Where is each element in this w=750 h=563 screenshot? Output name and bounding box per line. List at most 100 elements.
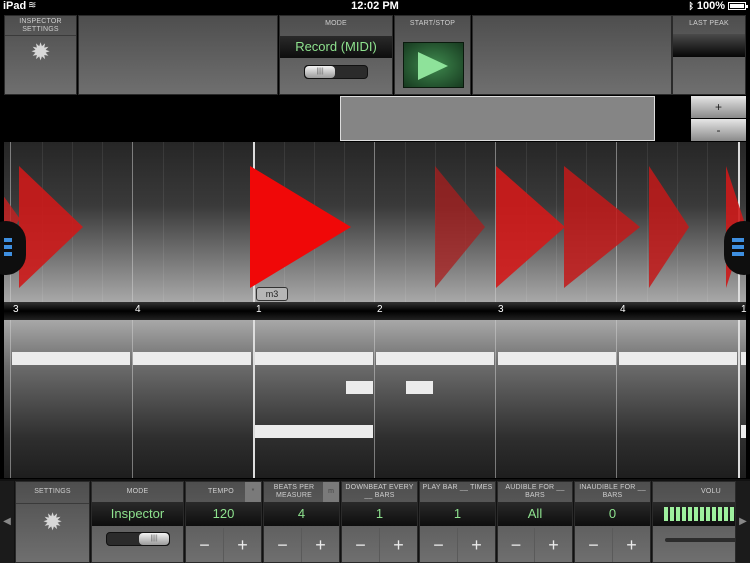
meter-segment xyxy=(694,507,698,521)
meter-segment xyxy=(676,507,680,521)
meter-button[interactable]: m xyxy=(323,482,339,502)
meter-segment xyxy=(724,507,728,521)
bottom-mode-display: Inspector xyxy=(92,502,183,526)
beats-per-measure-value: 4 xyxy=(264,502,339,526)
meter-segment xyxy=(712,507,716,521)
audible-decrement[interactable]: − xyxy=(498,528,535,562)
note-block[interactable] xyxy=(12,352,130,365)
mode-panel: MODE Record (MIDI) |||| xyxy=(279,15,393,95)
beat-marker xyxy=(564,166,640,288)
meter-segment xyxy=(706,507,710,521)
gear-icon[interactable]: ✹ xyxy=(5,38,76,67)
play-bar-increment[interactable]: + xyxy=(458,528,495,562)
ruler-number: 3 xyxy=(498,304,504,315)
last-peak-panel: LAST PEAK xyxy=(672,15,746,95)
inaudible-panel: INAUDIBLE FOR __ BARS 0 − + xyxy=(574,481,651,563)
start-stop-panel: START/STOP xyxy=(394,15,471,95)
note-block[interactable] xyxy=(741,352,746,365)
mode-toggle[interactable]: |||| xyxy=(304,65,368,79)
volume-label: VOLU xyxy=(701,488,721,495)
note-block[interactable] xyxy=(498,352,616,365)
note-block[interactable] xyxy=(741,425,746,438)
settings-panel[interactable]: SETTINGS ✹ xyxy=(15,481,90,563)
inspector-settings-panel[interactable]: INSPECTOR SETTINGS ✹ xyxy=(4,15,77,95)
gear-icon[interactable]: ✹ xyxy=(16,508,89,537)
battery-icon xyxy=(728,2,748,10)
audible-value: All xyxy=(498,502,572,526)
bottom-mode-panel: MODE Inspector |||| xyxy=(91,481,184,563)
play-icon xyxy=(418,52,448,80)
note-block[interactable] xyxy=(376,352,494,365)
meter-segment xyxy=(682,507,686,521)
scroll-right-button[interactable]: ▶ xyxy=(736,481,750,563)
note-block[interactable] xyxy=(619,352,737,365)
play-bar-decrement[interactable]: − xyxy=(420,528,458,562)
ruler-number: 3 xyxy=(13,304,19,315)
beat-marker xyxy=(19,166,83,288)
inaudible-value: 0 xyxy=(575,502,650,526)
ruler-number: 4 xyxy=(620,304,626,315)
clock: 12:02 PM xyxy=(351,0,399,12)
note-block[interactable] xyxy=(255,425,373,438)
audible-increment[interactable]: + xyxy=(535,528,572,562)
tap-tempo-button[interactable]: * xyxy=(245,482,261,502)
downbeat-value: 1 xyxy=(342,502,417,526)
beat-marker xyxy=(649,166,689,288)
start-stop-label: START/STOP xyxy=(409,20,456,27)
beat-marker xyxy=(496,166,565,288)
meter-segment xyxy=(730,507,734,521)
bluetooth-icon: ᛒ xyxy=(688,1,694,11)
audible-label: AUDIBLE FOR __ BARS xyxy=(505,484,565,499)
downbeat-decrement[interactable]: − xyxy=(342,528,380,562)
beats-decrement[interactable]: − xyxy=(264,528,302,562)
beat-marker xyxy=(435,166,485,288)
bar-ruler xyxy=(4,302,746,320)
volume-slider[interactable] xyxy=(665,538,735,542)
note-block[interactable] xyxy=(255,352,373,365)
audible-panel: AUDIBLE FOR __ BARS All − + xyxy=(497,481,573,563)
tempo-value: 120 xyxy=(186,502,261,526)
tempo-increment[interactable]: + xyxy=(224,528,261,562)
inaudible-decrement[interactable]: − xyxy=(575,528,613,562)
battery-percent: 100% xyxy=(696,0,725,12)
tempo-panel: TEMPO * 120 − + xyxy=(185,481,262,563)
note-block[interactable] xyxy=(133,352,251,365)
beats-increment[interactable]: + xyxy=(302,528,339,562)
ruler-number: 4 xyxy=(135,304,141,315)
beat-marker-active xyxy=(250,166,351,288)
downbeat-panel: DOWNBEAT EVERY __ BARS 1 − + xyxy=(341,481,418,563)
meter-segment xyxy=(688,507,692,521)
inspector-settings-label: INSPECTOR SETTINGS xyxy=(19,18,62,33)
toggle-knob[interactable]: |||| xyxy=(305,66,335,78)
empty-panel-1 xyxy=(78,15,278,95)
note-block[interactable] xyxy=(346,381,373,394)
inspector-toggle[interactable]: |||| xyxy=(106,532,170,546)
inaudible-increment[interactable]: + xyxy=(613,528,650,562)
downbeat-increment[interactable]: + xyxy=(380,528,417,562)
overview-viewport[interactable] xyxy=(340,96,655,141)
zoom-out-button[interactable]: - xyxy=(691,119,746,141)
scroll-left-button[interactable]: ◀ xyxy=(0,481,14,563)
status-right: ᛒ 100% xyxy=(688,0,748,12)
volume-panel: VOLU xyxy=(652,481,736,563)
tempo-decrement[interactable]: − xyxy=(186,528,224,562)
beats-per-measure-panel: BEATS PER MEASURE m 4 − + xyxy=(263,481,340,563)
note-block[interactable] xyxy=(406,381,433,394)
marker-label[interactable]: m3 xyxy=(256,287,288,301)
ruler-number: 1 xyxy=(741,304,747,315)
start-stop-button[interactable] xyxy=(403,42,464,88)
ruler-number: 2 xyxy=(377,304,383,315)
beat-track[interactable]: m3 xyxy=(4,142,746,302)
toggle-knob[interactable]: |||| xyxy=(139,533,169,545)
mode-display: Record (MIDI) xyxy=(280,36,392,58)
note-track[interactable] xyxy=(4,320,746,478)
play-bar-panel: PLAY BAR __ TIMES 1 − + xyxy=(419,481,496,563)
last-peak-display xyxy=(673,34,745,57)
meter-segment xyxy=(700,507,704,521)
right-drawer-handle[interactable] xyxy=(724,221,750,275)
inaudible-label: INAUDIBLE FOR __ BARS xyxy=(579,484,646,499)
bottom-mode-label: MODE xyxy=(126,488,149,495)
meter-segment xyxy=(718,507,722,521)
volume-meter xyxy=(653,502,735,526)
zoom-in-button[interactable]: + xyxy=(691,96,746,118)
